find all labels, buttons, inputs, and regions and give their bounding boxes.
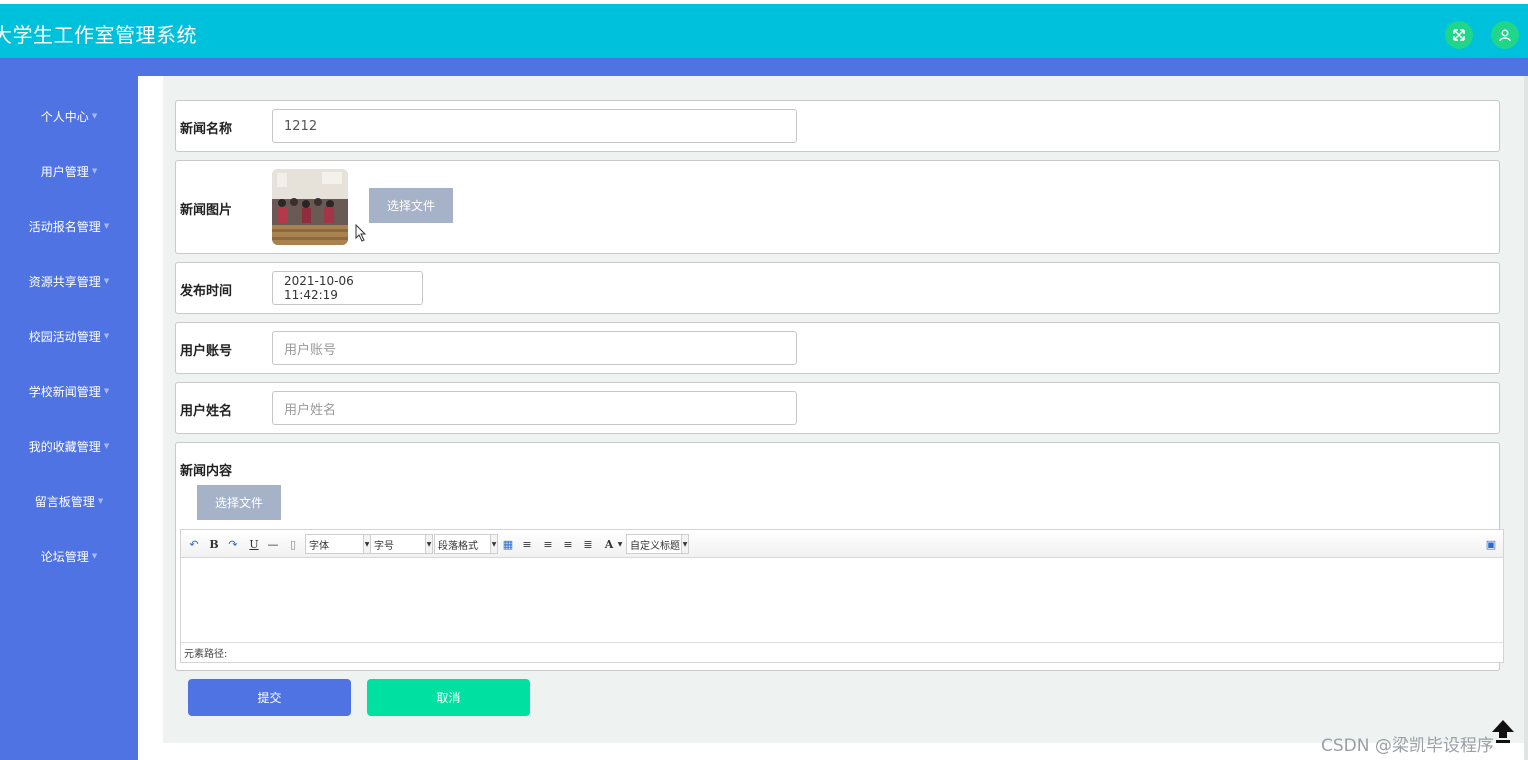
chevron-down-icon: ▼ — [103, 222, 110, 230]
news-image-file-button[interactable]: 选择文件 — [369, 188, 453, 223]
cancel-button[interactable]: 取消 — [367, 679, 530, 716]
chevron-down-icon[interactable]: ▼ — [681, 534, 689, 554]
chevron-down-icon: ▼ — [103, 442, 110, 450]
chevron-down-icon: ▼ — [103, 332, 110, 340]
sidebar-item-forum[interactable]: 论坛管理 ▼ — [0, 546, 138, 566]
editor-content-area[interactable] — [181, 558, 1503, 642]
user-name-input[interactable]: 用户姓名 — [272, 391, 797, 425]
rich-text-editor: ↶ B ↷ U — ▯ 字体 ▼ 字号 ▼ 段落格式 ▼ ▦ ≡ ≡ ≡ ≣ A… — [180, 529, 1504, 663]
horizontal-rule-icon[interactable]: — — [267, 536, 279, 552]
sidebar-item-resource-sharing[interactable]: 资源共享管理 ▼ — [0, 271, 138, 291]
custom-title-select[interactable]: 自定义标题 — [626, 534, 682, 554]
form-row-user-account: 用户账号 用户账号 — [175, 322, 1500, 374]
editor-toolbar: ↶ B ↷ U — ▯ 字体 ▼ 字号 ▼ 段落格式 ▼ ▦ ≡ ≡ ≡ ≣ A… — [181, 530, 1503, 558]
align-left-icon[interactable]: ≡ — [521, 536, 533, 552]
chevron-down-icon: ▼ — [91, 112, 98, 120]
sidebar-item-campus-activity[interactable]: 校园活动管理 ▼ — [0, 326, 138, 346]
submit-button[interactable]: 提交 — [188, 679, 351, 716]
chevron-down-icon[interactable]: ▼ — [490, 534, 498, 554]
fullscreen-editor-icon[interactable]: ▣ — [1484, 536, 1498, 552]
watermark: CSDN @梁凯毕设程序 — [1321, 736, 1494, 756]
header-strip — [0, 58, 1528, 76]
editor-element-path: 元素路径: — [181, 642, 1503, 662]
news-image-label: 新闻图片 — [180, 203, 233, 218]
sidebar-item-message-board[interactable]: 留言板管理 ▼ — [0, 491, 138, 511]
news-name-label: 新闻名称 — [180, 122, 233, 137]
form-row-news-image: 新闻图片 选择文件 — [175, 160, 1500, 254]
chevron-down-icon: ▼ — [97, 497, 104, 505]
fullscreen-icon[interactable] — [1445, 21, 1473, 49]
chevron-down-icon: ▼ — [91, 552, 98, 560]
align-justify-icon[interactable]: ≣ — [582, 536, 594, 552]
user-icon[interactable] — [1491, 21, 1519, 49]
sidebar-item-my-favorites[interactable]: 我的收藏管理 ▼ — [0, 436, 138, 456]
user-name-label: 用户姓名 — [180, 404, 233, 419]
form-row-news-content: 新闻内容 选择文件 ↶ B ↷ U — ▯ 字体 ▼ 字号 ▼ 段落格式 ▼ ▦… — [175, 442, 1504, 671]
publish-time-input[interactable]: 2021-10-06 11:42:19 — [272, 271, 423, 305]
bold-button[interactable]: B — [208, 536, 220, 552]
redo-icon[interactable]: ↷ — [227, 536, 239, 552]
sidebar-item-personal-center[interactable]: 个人中心 ▼ — [0, 106, 138, 126]
sidebar: 个人中心 ▼ 用户管理 ▼ 活动报名管理 ▼ 资源共享管理 ▼ 校园活动管理 ▼ 学校新闻… — [0, 58, 138, 760]
app-title: 大学生工作室管理系统 — [0, 23, 197, 47]
chevron-down-icon[interactable]: ▼ — [425, 534, 433, 554]
sidebar-item-school-news[interactable]: 学校新闻管理 ▼ — [0, 381, 138, 401]
sidebar-item-activity-signup[interactable]: 活动报名管理 ▼ — [0, 216, 138, 236]
form-row-user-name: 用户姓名 用户姓名 — [175, 382, 1500, 434]
back-to-top-icon[interactable] — [1490, 718, 1516, 744]
document-icon[interactable]: ▯ — [287, 536, 299, 552]
news-name-input[interactable]: 1212 — [272, 109, 797, 143]
chevron-down-icon: ▼ — [91, 167, 98, 175]
align-right-icon[interactable]: ≡ — [542, 536, 554, 552]
font-size-select[interactable]: 字号 — [370, 534, 426, 554]
cursor-icon — [355, 224, 367, 242]
sidebar-item-user-management[interactable]: 用户管理 ▼ — [0, 161, 138, 181]
user-account-input[interactable]: 用户账号 — [272, 331, 797, 365]
underline-button[interactable]: U — [248, 536, 260, 552]
chevron-down-icon: ▼ — [103, 387, 110, 395]
top-header: 大学生工作室管理系统 — [0, 4, 1528, 58]
news-content-file-button[interactable]: 选择文件 — [197, 485, 281, 520]
font-color-button[interactable]: A — [603, 536, 615, 552]
font-family-select[interactable]: 字体 — [305, 534, 365, 554]
user-account-label: 用户账号 — [180, 344, 233, 359]
align-center-icon[interactable]: ≡ — [562, 536, 574, 552]
news-image-thumbnail[interactable] — [272, 169, 348, 245]
news-content-label: 新闻内容 — [180, 464, 233, 479]
scrollbar[interactable] — [1524, 76, 1528, 760]
publish-time-label: 发布时间 — [180, 284, 233, 299]
paragraph-format-select[interactable]: 段落格式 — [434, 534, 492, 554]
form-row-news-name: 新闻名称 1212 — [175, 100, 1500, 152]
table-icon[interactable]: ▦ — [502, 536, 514, 552]
undo-icon[interactable]: ↶ — [188, 536, 200, 552]
chevron-down-icon: ▼ — [103, 277, 110, 285]
form-row-publish-time: 发布时间 2021-10-06 11:42:19 — [175, 262, 1500, 314]
chevron-down-icon[interactable]: ▼ — [616, 536, 624, 552]
